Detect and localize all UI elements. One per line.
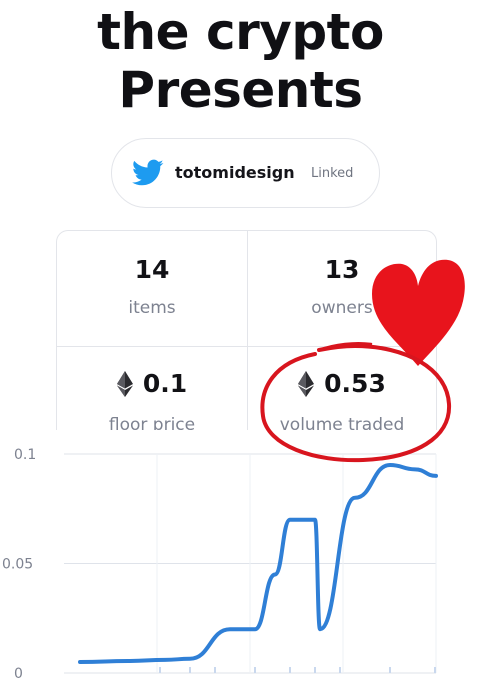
page-title-line-1: the crypto [97, 3, 384, 61]
ethereum-icon [116, 370, 133, 397]
volume-bar [159, 667, 161, 673]
y-tick-label: 0.1 [14, 447, 36, 463]
volume-bar [189, 667, 191, 673]
linked-status: Linked [311, 166, 354, 181]
page-title-line-2: Presents [118, 61, 363, 119]
volume-bar [339, 667, 341, 673]
account-handle: totomidesign [175, 163, 295, 182]
twitter-account-pill[interactable]: totomidesign Linked [111, 138, 380, 208]
stat-items: 14 items [57, 255, 247, 318]
stat-floor-price: 0.1 floor price [57, 369, 247, 435]
volume-bar [434, 667, 436, 673]
volume-bar [289, 667, 291, 673]
y-tick-label: 0.05 [2, 557, 33, 573]
y-tick-label: 0 [14, 666, 23, 680]
volume-bar [214, 667, 216, 673]
red-circle-annotation [260, 342, 452, 463]
stat-owners-value: 13 [324, 255, 360, 284]
twitter-bird-icon [132, 159, 164, 186]
volume-bar [389, 667, 391, 673]
stat-items-label: items [128, 298, 176, 318]
stat-floor-price-value: 0.1 [142, 369, 188, 398]
volume-bar [314, 667, 316, 673]
stat-items-value: 14 [134, 255, 170, 284]
volume-bar [254, 667, 256, 673]
